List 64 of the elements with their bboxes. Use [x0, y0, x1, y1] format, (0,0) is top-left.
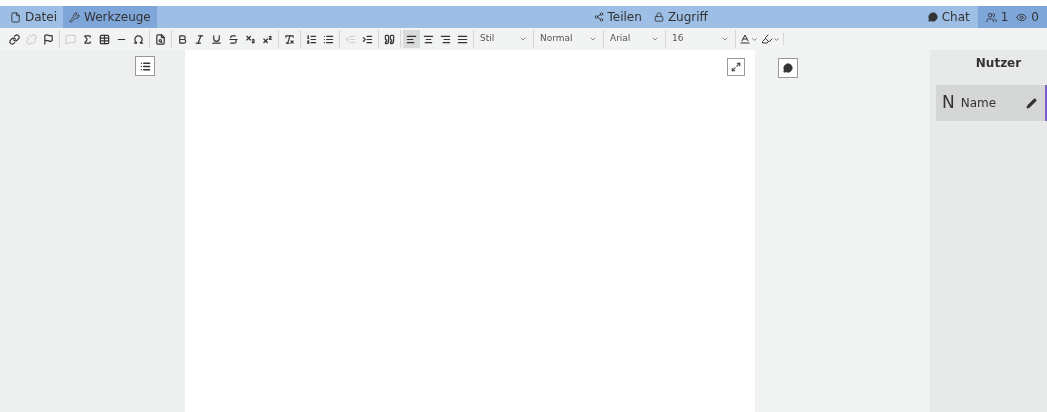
- link-icon: [9, 33, 20, 45]
- share-icon: [593, 12, 604, 22]
- expand-icon: [731, 62, 741, 72]
- users-icon: [985, 11, 997, 23]
- access-button[interactable]: Zugriff: [653, 8, 708, 26]
- text-color-icon: [739, 33, 751, 45]
- unlink-icon: [26, 33, 37, 45]
- toolbar-button[interactable]: [403, 30, 420, 48]
- background-color-button[interactable]: [761, 33, 780, 45]
- comment-button[interactable]: [778, 58, 798, 78]
- toolbar-dropdown[interactable]: Normal: [534, 30, 604, 48]
- subscript-icon: [245, 33, 256, 45]
- indent-icon: [362, 33, 373, 45]
- strikethrough-icon: [228, 33, 239, 45]
- caret-icon: [519, 35, 527, 43]
- table-icon: [99, 33, 110, 45]
- align-justify-icon: [457, 33, 468, 45]
- eye-icon: [1016, 11, 1028, 23]
- viewers-count: 0: [1016, 8, 1039, 26]
- underline-icon: [211, 33, 222, 45]
- text-color-button[interactable]: [739, 33, 758, 45]
- user-initial: N: [942, 91, 955, 115]
- toolbar-dropdown[interactable]: 16: [666, 30, 736, 48]
- highlight-icon: [761, 33, 773, 45]
- sidebar-title: Nutzer: [974, 55, 1023, 72]
- caret-icon: [751, 35, 758, 43]
- comment-icon: [783, 63, 793, 73]
- quote-icon: [384, 33, 395, 45]
- share-button[interactable]: Teilen: [593, 8, 642, 26]
- align-right-icon: [440, 33, 451, 45]
- outdent-icon: [345, 33, 356, 45]
- chat-icon: [927, 12, 938, 22]
- caret-icon: [651, 35, 659, 43]
- caret-icon: [773, 35, 780, 43]
- preview-icon: [155, 33, 166, 45]
- superscript-icon: [262, 33, 273, 45]
- caret-icon: [589, 35, 597, 43]
- italic-icon: [194, 33, 205, 45]
- wrench-icon: [69, 11, 80, 23]
- bold-icon: [177, 33, 188, 45]
- toolbar-dropdown[interactable]: Arial: [604, 30, 666, 48]
- file-icon: [10, 11, 21, 23]
- list-icon: [139, 60, 151, 72]
- chat-button[interactable]: Chat: [919, 6, 978, 28]
- toolbar-dropdown[interactable]: Stil: [474, 30, 534, 48]
- sigma-icon: [82, 33, 93, 45]
- outline-button[interactable]: [135, 56, 155, 76]
- lock-icon: [653, 12, 664, 22]
- flag-icon: [43, 33, 54, 45]
- user-row[interactable]: N Name: [936, 85, 1047, 121]
- user-name: Name: [960, 95, 998, 112]
- align-center-icon: [423, 33, 434, 45]
- numbered-list-icon: [306, 33, 317, 45]
- remove-format-icon: [284, 33, 295, 45]
- caret-icon: [721, 35, 729, 43]
- menu-tab[interactable]: Datei: [4, 6, 63, 28]
- align-left-icon: [406, 33, 417, 45]
- pencil-icon: [1026, 97, 1037, 109]
- bullet-list-icon: [323, 33, 334, 45]
- menu-tab[interactable]: Werkzeuge: [63, 6, 157, 28]
- omega-icon: [133, 33, 144, 45]
- comment-icon: [65, 33, 76, 45]
- users-count: 1: [985, 8, 1009, 26]
- fullscreen-button[interactable]: [727, 58, 745, 76]
